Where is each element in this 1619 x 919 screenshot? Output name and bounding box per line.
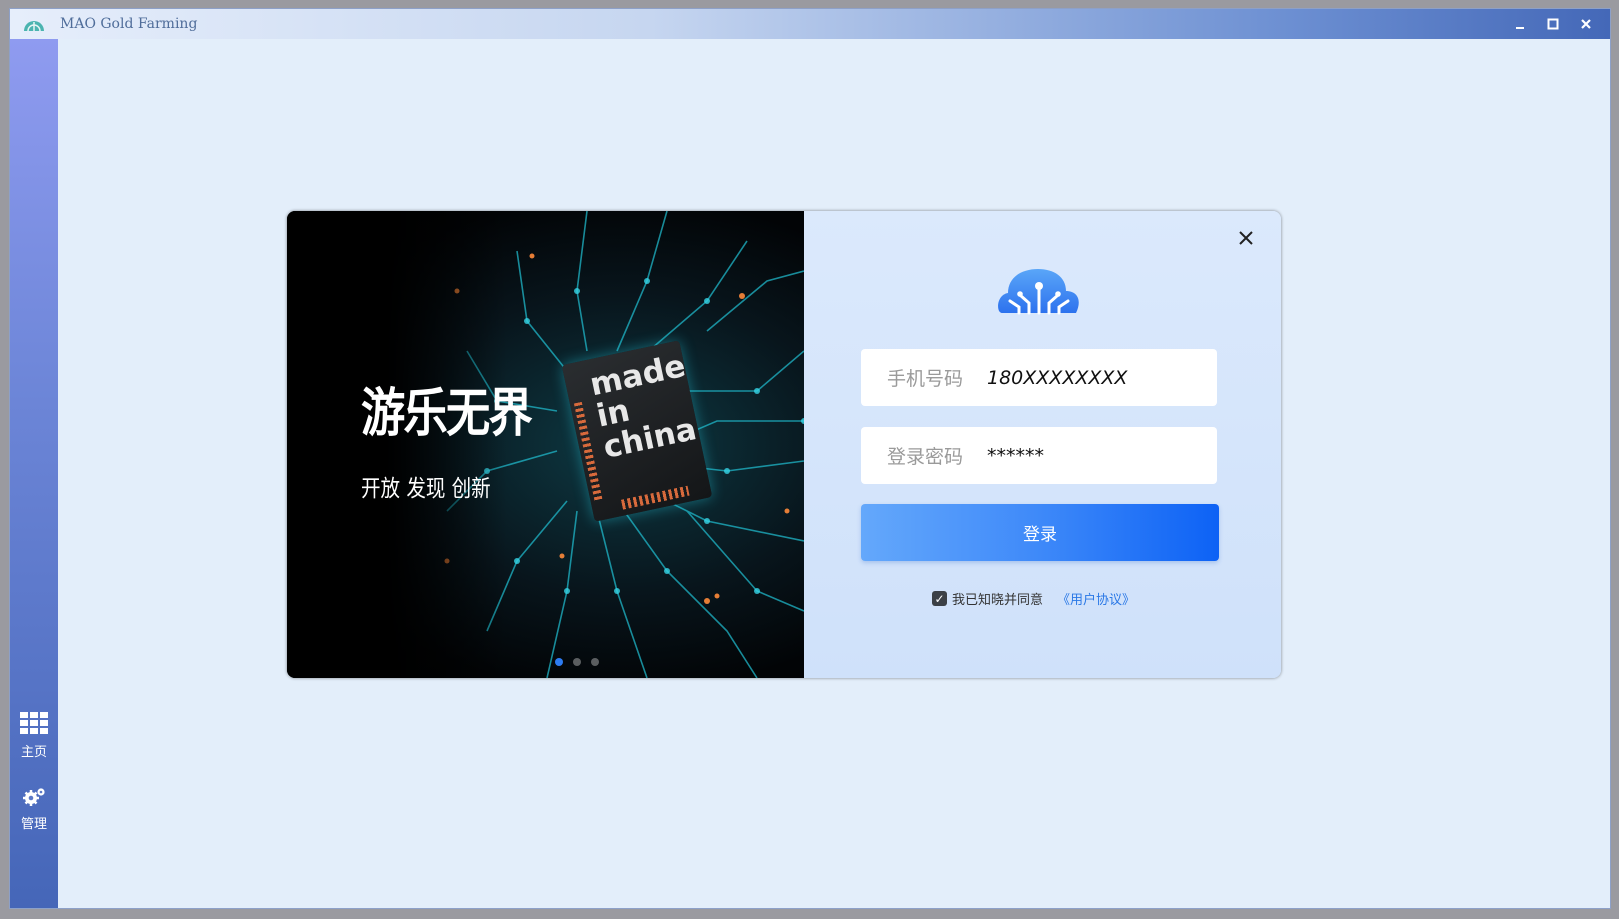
cloud-logo-icon [998, 269, 1079, 315]
sidebar-item-manage[interactable]: 管理 [10, 787, 58, 832]
agreement-row: ✓ 我已知晓并同意 《用户协议》 [932, 589, 1135, 608]
phone-label: 手机号码 [887, 368, 964, 390]
sidebar-item-home[interactable]: 主页 [10, 711, 58, 760]
minimize-button[interactable] [1503, 9, 1536, 39]
carousel-dots [555, 658, 599, 666]
carousel-dot[interactable] [555, 658, 563, 666]
window-controls [1503, 9, 1602, 39]
title-bar[interactable]: MAO Gold Farming [10, 9, 1610, 39]
login-button[interactable]: 登录 [861, 504, 1219, 561]
window-title: MAO Gold Farming [60, 16, 198, 32]
banner-subline: 开放 发现 创新 [361, 476, 491, 502]
user-agreement-link[interactable]: 《用户协议》 [1057, 589, 1135, 608]
sidebar-item-label: 主页 [20, 745, 47, 760]
login-form: 手机号码 登录密码 登录 ✓ 我已知晓并同意 《用户协议》 [804, 211, 1281, 678]
phone-input[interactable] [987, 366, 1207, 389]
window-close-button[interactable] [1569, 9, 1602, 39]
phone-field[interactable]: 手机号码 [861, 349, 1217, 406]
maximize-button[interactable] [1536, 9, 1569, 39]
carousel-dot[interactable] [573, 658, 581, 666]
sidebar-item-label: 管理 [20, 817, 47, 832]
password-field[interactable]: 登录密码 [861, 427, 1217, 484]
close-icon [1239, 231, 1253, 245]
login-dialog: made in china 游乐无界 开放 发现 创新 手机号码 180XXXX… [287, 211, 1281, 678]
password-label: 登录密码 [887, 446, 964, 468]
carousel-dot[interactable] [591, 658, 599, 666]
banner-headline: 游乐无界 [361, 384, 533, 444]
promo-banner: made in china 游乐无界 开放 发现 创新 [287, 211, 804, 678]
chip-label: made in china [586, 348, 700, 466]
gears-icon [22, 787, 46, 811]
agree-checkbox[interactable]: ✓ [932, 591, 947, 606]
dialog-close-button[interactable] [1235, 227, 1257, 249]
grid-icon [19, 711, 49, 739]
sidebar: 主页 管理 [10, 39, 58, 908]
agree-text: 我已知晓并同意 [952, 593, 1044, 608]
app-logo-icon [22, 14, 48, 34]
password-input[interactable] [987, 444, 1207, 467]
